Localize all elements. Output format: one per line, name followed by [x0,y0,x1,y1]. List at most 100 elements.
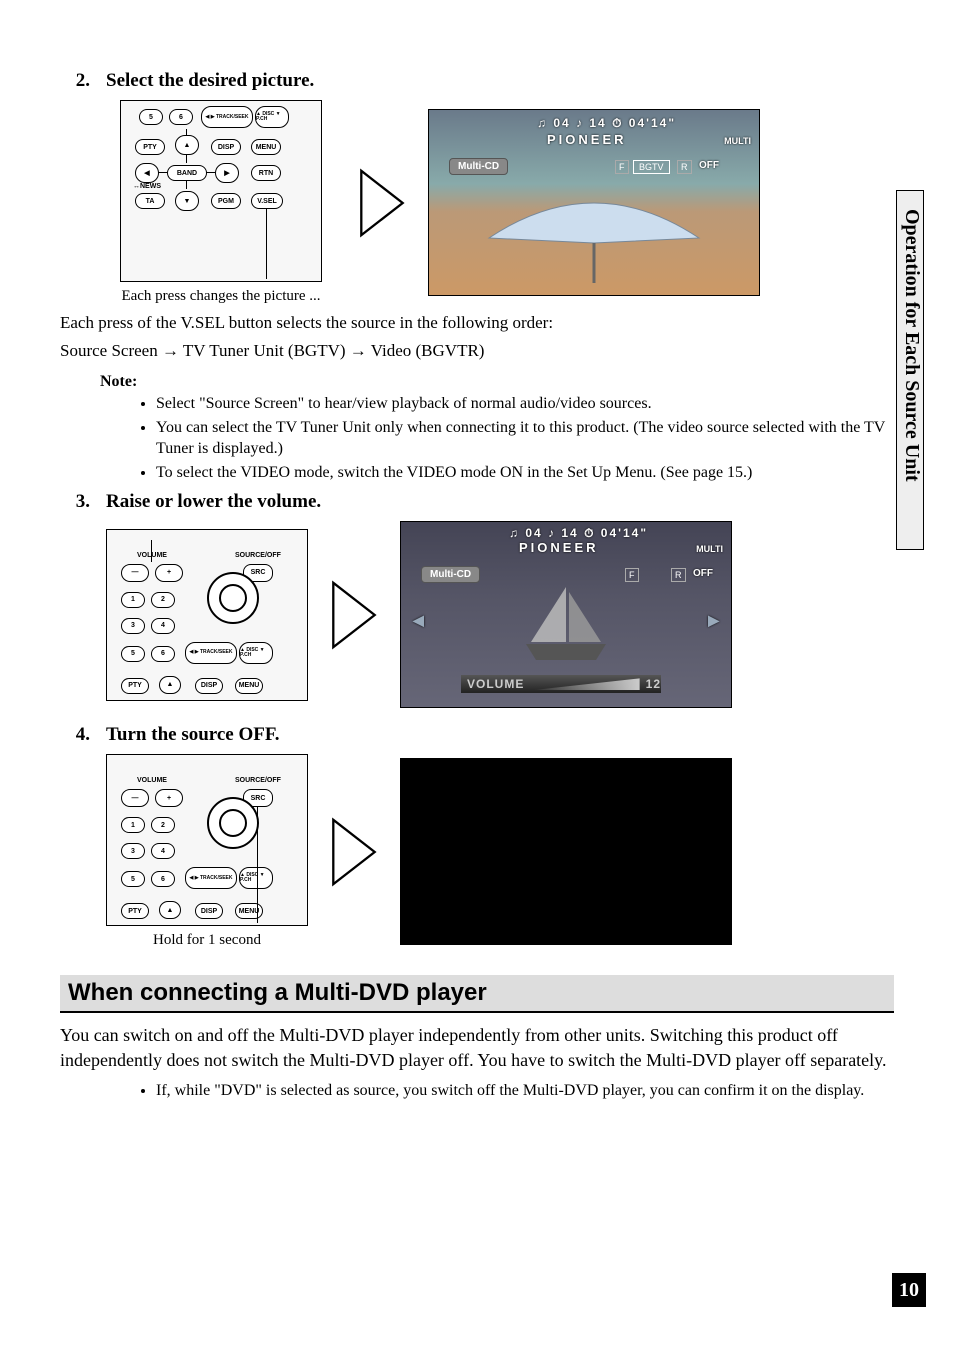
remote-lbl-srcoff: SOURCE/OFF [235,552,281,559]
screen-source-pill: Multi-CD [421,566,480,583]
section-heading: When connecting a Multi-DVD player [60,975,894,1013]
screen-badge-f: F [615,160,629,174]
remote-btn-6: 6 [151,871,175,887]
remote-btn-disc-pch: ▲ DISC ▼ P.CH [239,867,273,889]
remote-btn-plus: + [155,564,183,582]
screen-time-mid: 14 [589,116,606,130]
screen-brand: PIONEER [519,540,599,555]
note-item: Select "Source Screen" to hear/view play… [156,393,894,415]
step4-caption: Hold for 1 second [107,932,307,949]
remote-btn-vsel: V.SEL [251,193,283,209]
remote-btn-disp: DISP [195,903,223,919]
remote-btn-plus: + [155,789,183,807]
remote-btn-menu: MENU [235,903,263,919]
remote-btn-3: 3 [121,843,145,859]
screen-nav-right: ▶ [708,612,719,629]
remote-btn-track-seek: ◀ ▶ TRACK/SEEK [201,106,253,128]
remote-lbl-srcoff: SOURCE/OFF [235,777,281,784]
remote-btn-disp: DISP [195,678,223,694]
remote-btn-down: ▼ [175,191,199,211]
remote-btn-left: ◀ [135,163,159,183]
remote-btn-disp: DISP [211,139,241,155]
arrow-right-icon [331,580,377,650]
step2-title: Select the desired picture. [106,70,894,92]
screen-badge-off: OFF [693,568,713,579]
remote-btn-5: 5 [121,871,145,887]
remote-btn-5: 5 [139,109,163,125]
remote-btn-rtn: RTN [251,165,281,181]
screen-volume-bar: VOLUME 12 [461,675,661,693]
side-tab: Operation for Each Source Unit [896,190,924,550]
umbrella-illustration [469,188,719,288]
step2-number: 2. [60,70,96,301]
remote-btn-pty: PTY [121,903,149,919]
remote-btn-disc-pch: ▲ DISC ▼ P.CH [255,106,289,128]
remote-btn-right: ▶ [215,163,239,183]
remote-btn-1: 1 [121,592,145,608]
remote-btn-minus: — [121,564,149,582]
step3-screen-figure: ♫ 04 ♪ 14 ⏱ 04'14" PIONEER MULTI Multi-C… [400,521,732,708]
screen-badge-bgtv: BGTV [633,160,670,174]
remote-btn-6: 6 [151,646,175,662]
remote-btn-disc-pch: ▲ DISC ▼ P.CH [239,642,273,664]
screen-multi-label: MULTI [696,544,723,554]
step2-caption: Each press changes the picture ... [106,288,336,305]
screen-multi-label: MULTI [724,136,751,146]
remote-btn-track-seek: ◀ ▶ TRACK/SEEK [185,867,237,889]
remote-lbl-news: ↔NEWS [133,183,161,190]
step3-remote-figure: VOLUME SOURCE/OFF — + SRC 1 2 3 4 5 6 ◀ … [106,529,308,701]
remote-btn-up: ▲ [175,135,199,155]
remote-btn-6: 6 [169,109,193,125]
remote-btn-pgm: PGM [211,193,241,209]
step2-sequence: Source Screen → TV Tuner Unit (BGTV) → V… [60,341,894,361]
remote-lbl-volume: VOLUME [137,777,167,784]
screen-source-pill: Multi-CD [449,158,508,175]
remote-btn-2: 2 [151,817,175,833]
screen-volume-value: 12 [646,677,661,691]
section-bullet-item: If, while "DVD" is selected as source, y… [156,1080,894,1102]
step3-title: Raise or lower the volume. [106,491,894,513]
arrow-right-icon [359,168,405,238]
screen-badge-r: R [671,568,686,582]
remote-btn-pty: PTY [121,678,149,694]
step2-screen-figure: ♫ 04 ♪ 14 ⏱ 04'14" PIONEER MULTI Multi-C… [428,109,760,296]
remote-btn-up: ▲ [159,676,181,694]
screen-nav-left: ◀ [413,612,424,629]
page-number: 10 [892,1273,926,1307]
remote-btn-4: 4 [151,618,175,634]
remote-btn-5: 5 [121,646,145,662]
screen-badge-r: R [677,160,692,174]
section-bullets: If, while "DVD" is selected as source, y… [116,1080,894,1102]
step4-screen-figure [400,758,732,945]
remote-btn-up: ▲ [159,901,181,919]
note-item: You can select the TV Tuner Unit only wh… [156,417,894,460]
note-label: Note: [100,373,894,391]
step2-remote-figure: 5 6 ◀ ▶ TRACK/SEEK ▲ DISC ▼ P.CH PTY ▲ D… [120,100,322,282]
screen-time-left: 04 [553,116,570,130]
note-item: To select the VIDEO mode, switch the VID… [156,462,894,484]
remote-dial-inner [219,584,247,612]
remote-btn-menu: MENU [235,678,263,694]
remote-btn-minus: — [121,789,149,807]
screen-time-right: 04'14" [629,116,676,130]
screen-brand: PIONEER [547,132,627,147]
sailboat-illustration [511,582,621,672]
remote-btn-band: BAND [167,165,207,181]
step4-remote-figure: VOLUME SOURCE/OFF — + SRC 1 2 3 4 5 6 ◀ … [106,754,308,926]
remote-btn-track-seek: ◀ ▶ TRACK/SEEK [185,642,237,664]
step2-followup: Each press of the V.SEL button selects t… [60,313,894,333]
step3-number: 3. [60,491,96,704]
screen-volume-label: VOLUME [467,677,524,691]
screen-badge-f: F [625,568,639,582]
step4-number: 4. [60,724,96,945]
section-para: You can switch on and off the Multi-DVD … [60,1023,894,1072]
remote-btn-pty: PTY [135,139,165,155]
step2-notes: Select "Source Screen" to hear/view play… [116,393,894,483]
remote-btn-2: 2 [151,592,175,608]
remote-btn-4: 4 [151,843,175,859]
arrow-right-icon [331,817,377,887]
screen-badge-off: OFF [699,160,719,171]
remote-btn-3: 3 [121,618,145,634]
remote-btn-1: 1 [121,817,145,833]
remote-btn-ta: TA [135,193,165,209]
